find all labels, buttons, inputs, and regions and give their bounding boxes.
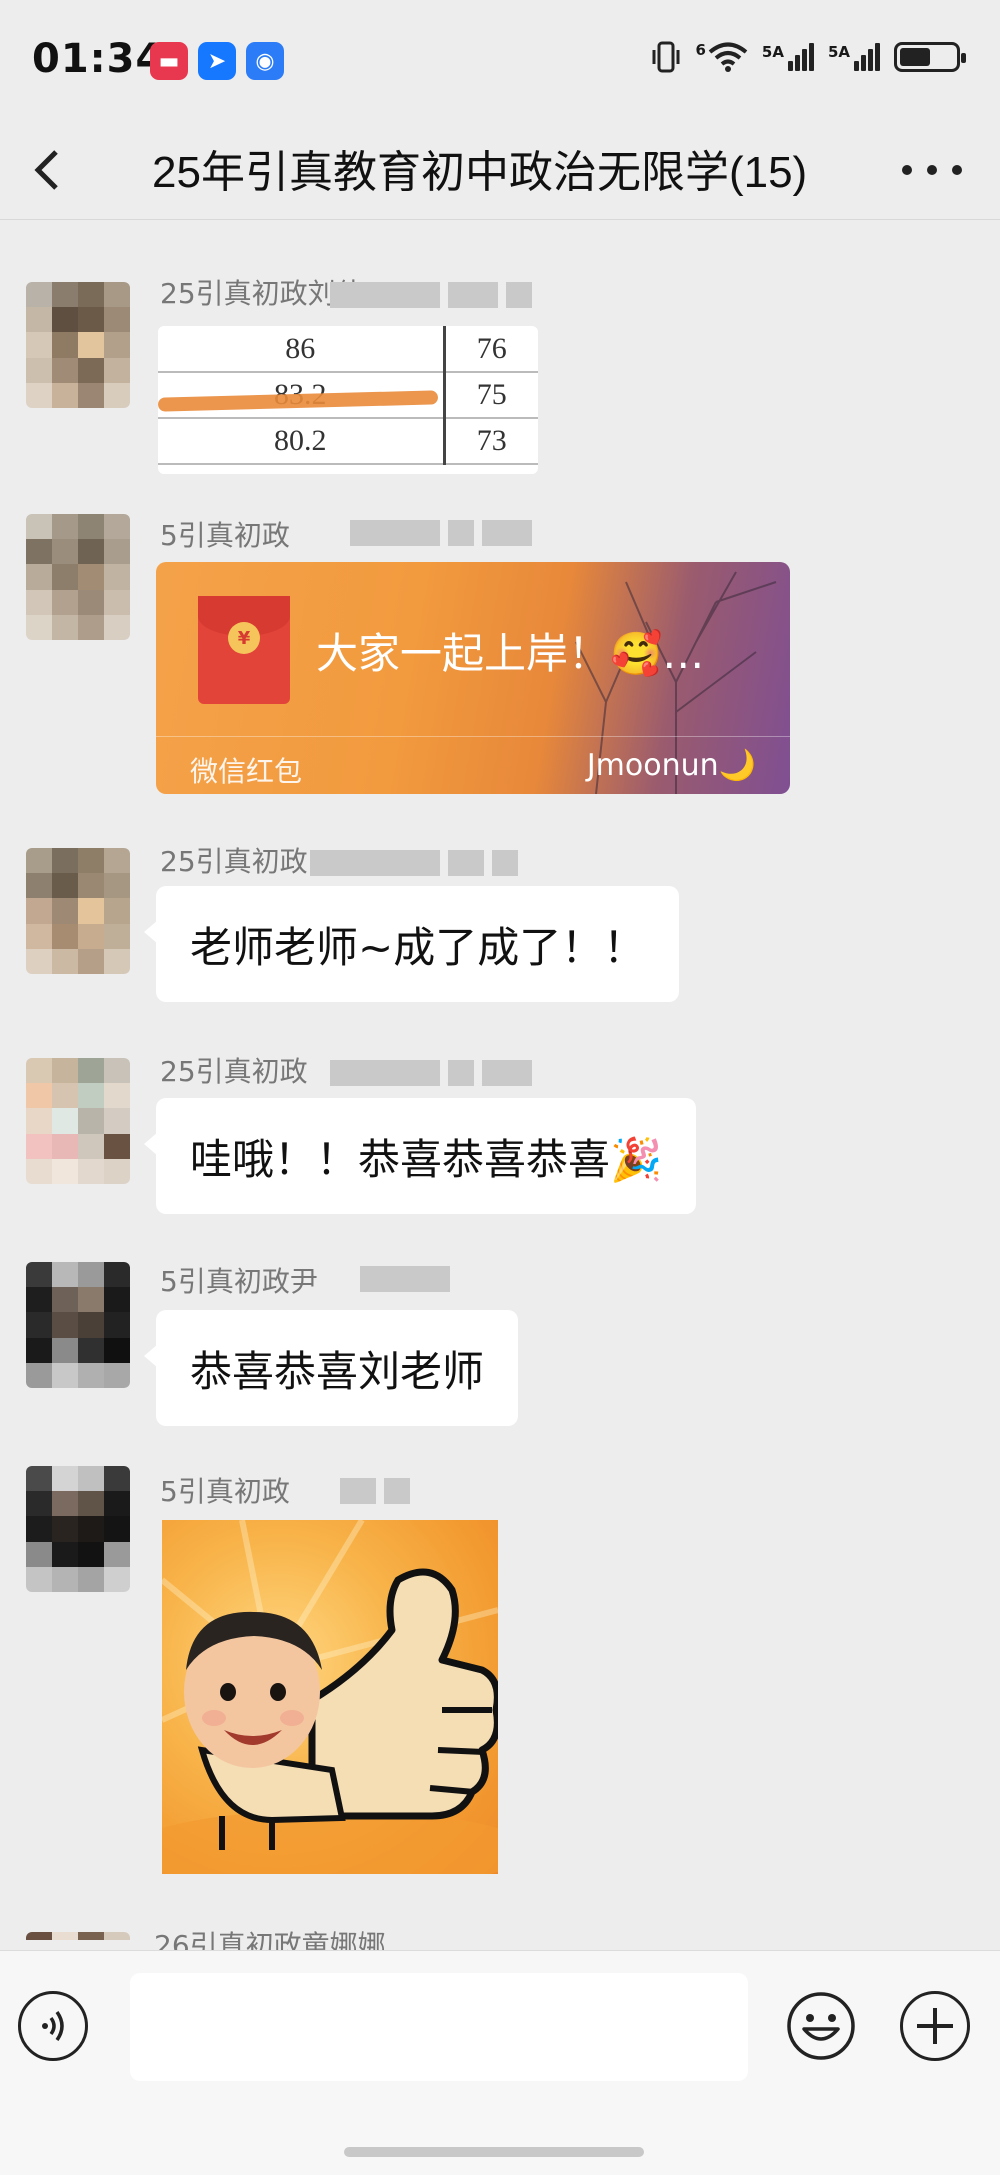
message-bubble[interactable]: 老师老师~成了成了！！ xyxy=(143,886,680,1002)
shared-image[interactable]: 8676 83.275 80.273 xyxy=(158,326,538,474)
sender-name: 5引真初政 xyxy=(160,519,290,552)
network-label-2: 5A xyxy=(827,43,850,61)
score-cell: 80.2 xyxy=(158,418,446,465)
red-packet-label: 微信红包 xyxy=(190,755,303,788)
wifi-badge: 6 xyxy=(695,41,706,59)
message-input[interactable] xyxy=(130,1973,748,2081)
voice-button[interactable] xyxy=(18,1991,88,2061)
chevron-left-icon xyxy=(34,150,58,190)
home-indicator[interactable] xyxy=(344,2147,644,2157)
more-functions-button[interactable] xyxy=(900,1991,970,2061)
status-bar: 01:34 ▬ ➤ ◉ 6 5A 5A xyxy=(0,0,1000,120)
avatar[interactable] xyxy=(26,1466,130,1592)
message-bubble[interactable]: 恭喜恭喜刘老师 xyxy=(143,1310,519,1426)
avatar[interactable] xyxy=(26,282,130,408)
avatar[interactable] xyxy=(26,1058,130,1184)
red-packet-card[interactable]: ¥ 大家一起上岸！🥰… 微信红包 Jmoonun🌙 xyxy=(156,562,790,794)
voice-icon xyxy=(42,2010,64,2042)
chat-header: 25年引真教育初中政治无限学(15) xyxy=(0,120,1000,220)
avatar[interactable] xyxy=(26,1262,130,1388)
name-blur xyxy=(350,520,532,546)
vibrate-icon xyxy=(651,40,681,74)
avatar[interactable] xyxy=(26,848,130,974)
cellular-signal-icon-1: 5A xyxy=(762,43,814,71)
cellular-signal-icon-2: 5A xyxy=(828,43,880,71)
sender-name: 5引真初政尹 xyxy=(160,1265,318,1298)
chat-title: 25年引真教育初中政治无限学(15) xyxy=(152,148,808,197)
sticker-art xyxy=(162,1520,498,1874)
score-cell: 86 xyxy=(158,326,446,373)
score-cell: 76 xyxy=(444,326,538,373)
wifi-icon: 6 xyxy=(695,41,748,73)
red-book-app-icon: ▬ xyxy=(150,42,188,80)
status-time: 01:34 xyxy=(32,36,165,82)
emoji-button[interactable] xyxy=(786,1991,856,2061)
red-packet-sender: Jmoonun🌙 xyxy=(586,748,756,783)
sender-name: 25引真初政 xyxy=(160,845,308,878)
battery-icon xyxy=(894,42,966,72)
back-button[interactable] xyxy=(26,146,66,194)
blue-arrow-app-icon: ➤ xyxy=(198,42,236,80)
name-blur xyxy=(330,1060,532,1086)
divider xyxy=(156,736,790,737)
name-blur xyxy=(360,1266,450,1292)
sender-name: 25引真初政 xyxy=(160,1055,308,1088)
more-options-button[interactable] xyxy=(902,150,962,190)
score-cell: 75 xyxy=(444,372,538,419)
score-cell: 73 xyxy=(444,418,538,465)
name-blur xyxy=(340,1478,410,1504)
system-icons: 6 5A 5A xyxy=(651,40,966,74)
blue-bulb-app-icon: ◉ xyxy=(246,42,284,80)
name-blur xyxy=(310,850,518,876)
baby-thumbs-up-sticker[interactable] xyxy=(162,1520,498,1874)
smiley-icon xyxy=(787,1992,855,2060)
avatar[interactable] xyxy=(26,514,130,640)
message-bubble[interactable]: 哇哦！！恭喜恭喜恭喜🎉 xyxy=(143,1098,697,1214)
red-packet-greeting: 大家一起上岸！🥰… xyxy=(316,629,705,678)
red-envelope-icon: ¥ xyxy=(198,596,290,704)
name-blur xyxy=(330,282,532,308)
network-label-1: 5A xyxy=(761,43,784,61)
sender-name: 5引真初政 xyxy=(160,1475,290,1508)
input-bar xyxy=(0,1950,1000,2175)
coin-icon: ¥ xyxy=(228,622,260,654)
